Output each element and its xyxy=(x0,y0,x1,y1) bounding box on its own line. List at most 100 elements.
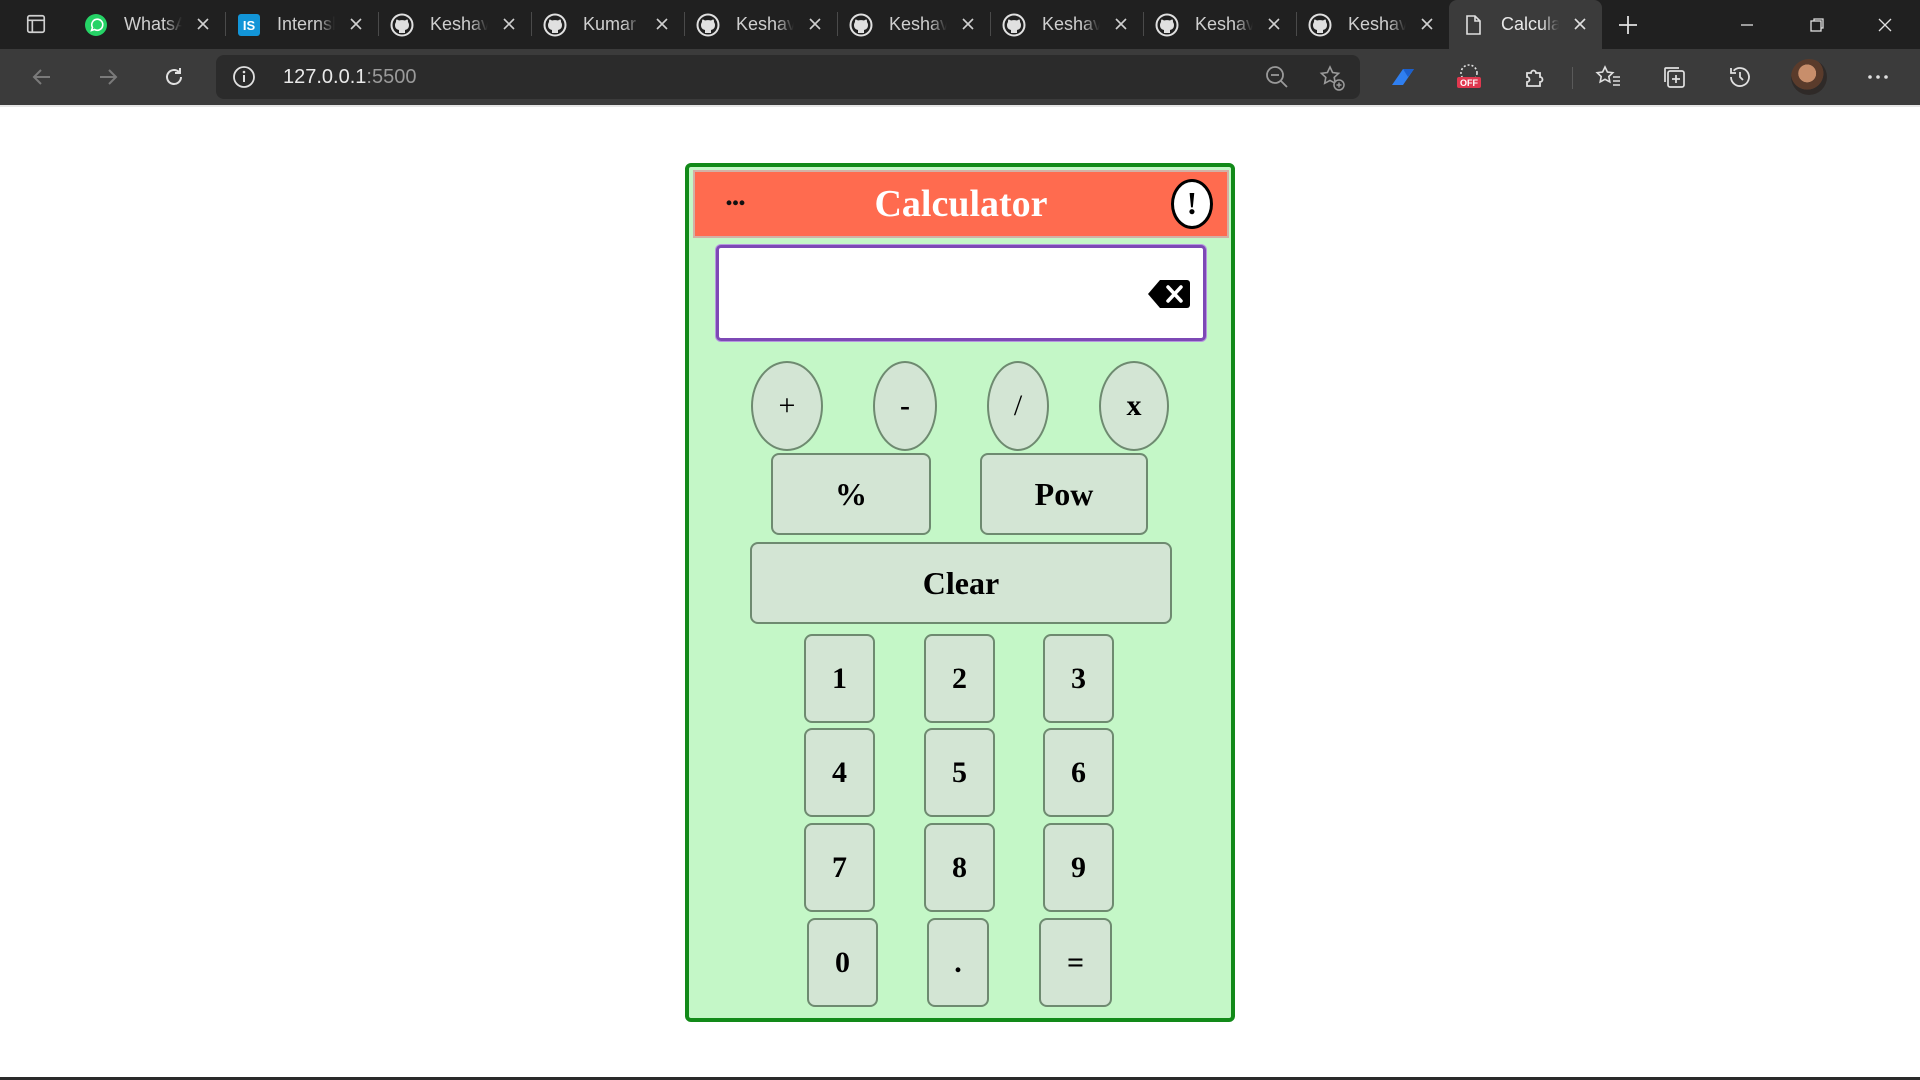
history-icon xyxy=(1730,67,1750,87)
tab-label: Keshav xyxy=(889,14,947,34)
plus-icon xyxy=(1619,16,1637,34)
whatsapp-icon xyxy=(84,13,108,37)
digit-8-button[interactable]: 8 xyxy=(924,823,995,912)
zoom-out-icon[interactable] xyxy=(1264,64,1290,90)
github-icon xyxy=(696,13,720,37)
tab-calculator[interactable]: Calculator xyxy=(1449,0,1602,49)
tab-github-5[interactable]: Keshav xyxy=(990,0,1143,49)
tab-actions-button[interactable] xyxy=(10,8,62,40)
refresh-button[interactable] xyxy=(154,59,194,95)
profile-avatar[interactable] xyxy=(1791,59,1827,95)
close-icon[interactable] xyxy=(193,14,213,34)
adblock-icon: OFF xyxy=(1457,64,1481,88)
tab-github-6[interactable]: Keshav xyxy=(1143,0,1296,49)
close-icon[interactable] xyxy=(1111,14,1131,34)
digit-4-button[interactable]: 4 xyxy=(804,728,875,817)
tab-label: Keshav xyxy=(1195,14,1253,34)
tab-label: Internshala xyxy=(277,14,335,34)
calculator: ... Calculator ! + - / x % Pow Clear 1 2… xyxy=(685,163,1235,1022)
extensions-button[interactable] xyxy=(1515,59,1555,95)
equals-button[interactable]: = xyxy=(1039,918,1112,1007)
tab-github-1[interactable]: Keshav xyxy=(378,0,531,49)
close-icon[interactable] xyxy=(1264,14,1284,34)
tab-actions-icon xyxy=(26,14,46,34)
digit-9-button[interactable]: 9 xyxy=(1043,823,1114,912)
minimize-icon xyxy=(1741,23,1753,26)
github-icon xyxy=(849,13,873,37)
divide-button[interactable]: / xyxy=(987,361,1049,451)
backspace-icon[interactable] xyxy=(1147,278,1191,310)
more-icon xyxy=(1868,75,1888,79)
digit-5-button[interactable]: 5 xyxy=(924,728,995,817)
tab-label: Keshav xyxy=(1348,14,1406,34)
puzzle-icon xyxy=(1526,69,1544,87)
add-button[interactable]: + xyxy=(751,361,823,451)
percent-button[interactable]: % xyxy=(771,453,931,535)
add-favorite-icon[interactable] xyxy=(1318,64,1346,92)
close-icon[interactable] xyxy=(652,14,672,34)
digit-6-button[interactable]: 6 xyxy=(1043,728,1114,817)
info-icon[interactable] xyxy=(232,65,256,89)
history-button[interactable] xyxy=(1720,59,1760,95)
tab-github-3[interactable]: Keshav xyxy=(684,0,837,49)
calculator-header: ... Calculator ! xyxy=(693,170,1229,238)
restore-icon xyxy=(1810,17,1824,32)
close-icon xyxy=(1878,18,1892,31)
github-icon xyxy=(543,13,567,37)
page-divider xyxy=(0,105,1920,107)
address-bar[interactable]: 127.0.0.1:5500 xyxy=(216,55,1360,99)
favorites-button[interactable] xyxy=(1588,59,1628,95)
close-icon[interactable] xyxy=(346,14,366,34)
tab-github-7[interactable]: Keshav xyxy=(1296,0,1449,49)
pow-button[interactable]: Pow xyxy=(980,453,1148,535)
tab-strip: WhatsApp IS Internshala Keshav Kumar Kes… xyxy=(72,0,1602,49)
tab-label: Calculator xyxy=(1501,14,1559,34)
tab-label: Keshav xyxy=(736,14,794,34)
close-icon[interactable] xyxy=(1570,14,1590,34)
restore-button[interactable] xyxy=(1782,0,1852,49)
new-tab-button[interactable] xyxy=(1612,10,1644,40)
tab-internshala[interactable]: IS Internshala xyxy=(225,0,378,49)
favorites-icon xyxy=(1595,65,1620,86)
digit-3-button[interactable]: 3 xyxy=(1043,634,1114,723)
digit-1-button[interactable]: 1 xyxy=(804,634,875,723)
url-host: 127.0.0.1 xyxy=(283,66,367,88)
github-icon xyxy=(1308,13,1332,37)
tab-bar: WhatsApp IS Internshala Keshav Kumar Kes… xyxy=(0,0,1920,49)
collections-button[interactable] xyxy=(1654,59,1694,95)
browser-toolbar: 127.0.0.1:5500 OFF xyxy=(0,49,1920,105)
calculator-display[interactable] xyxy=(716,245,1206,341)
close-icon[interactable] xyxy=(1417,14,1437,34)
close-icon[interactable] xyxy=(499,14,519,34)
adblock-extension-button[interactable]: OFF xyxy=(1449,59,1489,95)
settings-more-button[interactable] xyxy=(1858,59,1898,95)
decimal-button[interactable]: . xyxy=(927,918,989,1007)
url-port: :5500 xyxy=(366,66,417,88)
extension-button[interactable] xyxy=(1383,59,1423,95)
refresh-icon xyxy=(166,68,182,85)
multiply-button[interactable]: x xyxy=(1099,361,1169,451)
collections-icon xyxy=(1664,67,1685,88)
url-text[interactable]: 127.0.0.1:5500 xyxy=(283,66,416,89)
forward-arrow-icon xyxy=(100,69,118,85)
tab-github-4[interactable]: Keshav xyxy=(837,0,990,49)
toolbar-divider xyxy=(1572,67,1573,89)
close-icon[interactable] xyxy=(805,14,825,34)
clear-button[interactable]: Clear xyxy=(750,542,1172,624)
close-icon[interactable] xyxy=(958,14,978,34)
back-button[interactable] xyxy=(22,59,62,95)
back-arrow-icon xyxy=(32,69,50,85)
github-icon xyxy=(1155,13,1179,37)
digit-0-button[interactable]: 0 xyxy=(807,918,878,1007)
tab-github-2[interactable]: Kumar xyxy=(531,0,684,49)
digit-7-button[interactable]: 7 xyxy=(804,823,875,912)
tab-whatsapp[interactable]: WhatsApp xyxy=(72,0,225,49)
close-window-button[interactable] xyxy=(1850,0,1920,49)
digit-2-button[interactable]: 2 xyxy=(924,634,995,723)
subtract-button[interactable]: - xyxy=(873,361,937,451)
forward-button[interactable] xyxy=(88,59,128,95)
info-button[interactable]: ! xyxy=(1171,179,1213,229)
minimize-button[interactable] xyxy=(1712,0,1782,49)
github-icon xyxy=(390,13,414,37)
svg-text:IS: IS xyxy=(243,18,256,33)
